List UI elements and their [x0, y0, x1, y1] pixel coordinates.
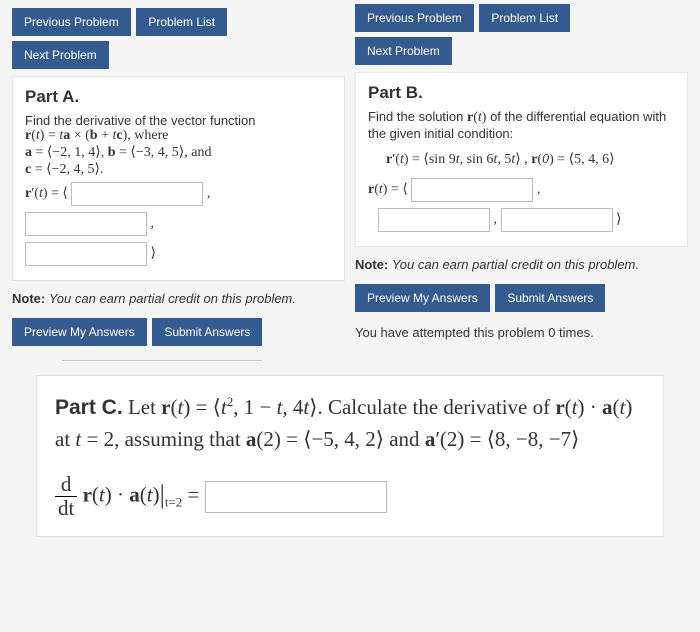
part-a-answer-row1: r′(t) = ⟨ ,: [25, 182, 332, 206]
part-a-eq3: c = ⟨−2, 4, 5⟩.: [25, 161, 332, 178]
part-b-input-3[interactable]: [501, 208, 613, 232]
equals: =: [188, 482, 205, 506]
part-a-answer-row3: ⟩: [25, 242, 332, 266]
part-a-action-buttons: Preview My Answers Submit Answers: [12, 316, 345, 349]
part-b-column: Previous Problem Problem List Next Probl…: [355, 6, 688, 361]
next-problem-button[interactable]: Next Problem: [12, 41, 109, 69]
preview-answers-button[interactable]: Preview My Answers: [355, 284, 490, 312]
part-a-input-2[interactable]: [25, 212, 147, 236]
part-c-body: Part C. Let r(t) = ⟨t2, 1 − t, 4t⟩. Calc…: [55, 392, 645, 455]
part-b-answer-row1: r(t) = ⟨ ,: [368, 178, 675, 202]
part-c-panel: Part C. Let r(t) = ⟨t2, 1 − t, 4t⟩. Calc…: [36, 375, 664, 537]
part-b-panel: Part B. Find the solution r(t) of the di…: [355, 72, 688, 247]
submit-answers-button[interactable]: Submit Answers: [495, 284, 605, 312]
nav-buttons-right: Previous Problem Problem List Next Probl…: [355, 2, 688, 68]
comma: ,: [207, 186, 211, 201]
next-problem-button[interactable]: Next Problem: [355, 37, 452, 65]
part-b-desc: Find the solution r(t) of the differenti…: [368, 109, 675, 141]
part-b-note: Note: You can earn partial credit on thi…: [355, 257, 688, 272]
part-a-title: Part A.: [25, 87, 332, 107]
eval-sub: t=2: [165, 495, 182, 510]
close-bracket: ⟩: [616, 212, 621, 227]
note-label: Note:: [12, 291, 45, 306]
part-a-eq1: r(t) = ta × (b + tc), where: [25, 128, 332, 144]
close-bracket: ⟩: [151, 246, 156, 261]
part-c-answer: d dt r(t) · a(t)|t=2 =: [55, 473, 645, 520]
part-a-answer-row2: ,: [25, 212, 332, 236]
note-text: You can earn partial credit on this prob…: [49, 291, 296, 306]
problem-list-button[interactable]: Problem List: [479, 4, 570, 32]
frac-den: dt: [55, 497, 77, 520]
part-b-input-1[interactable]: [411, 178, 533, 202]
part-a-desc: Find the derivative of the vector functi…: [25, 113, 332, 128]
comma: ,: [494, 212, 498, 227]
fraction-ddt: d dt: [55, 473, 77, 520]
problem-list-button[interactable]: Problem List: [136, 8, 227, 36]
part-a-note: Note: You can earn partial credit on thi…: [12, 291, 345, 306]
part-b-action-buttons: Preview My Answers Submit Answers: [355, 282, 688, 315]
nav-buttons-left: Previous Problem Problem List Next Probl…: [12, 6, 345, 72]
previous-problem-button[interactable]: Previous Problem: [355, 4, 474, 32]
part-a-input-3[interactable]: [25, 242, 147, 266]
part-a-column: Previous Problem Problem List Next Probl…: [12, 6, 345, 361]
part-a-panel: Part A. Find the derivative of the vecto…: [12, 76, 345, 281]
frac-num: d: [55, 473, 77, 497]
comma: ,: [151, 216, 155, 231]
note-text: You can earn partial credit on this prob…: [392, 257, 639, 272]
preview-answers-button[interactable]: Preview My Answers: [12, 318, 147, 346]
part-b-title: Part B.: [368, 83, 675, 103]
part-b-input-2[interactable]: [378, 208, 490, 232]
part-a-eq2: a = ⟨−2, 1, 4⟩, b = ⟨−3, 4, 5⟩, and: [25, 144, 332, 161]
part-b-answer-row2: , ⟩: [378, 208, 675, 232]
note-label: Note:: [355, 257, 388, 272]
comma: ,: [537, 182, 541, 197]
part-b-eq1: r′(t) = ⟨sin 9t, sin 6t, 5t⟩ , r(0) = ⟨5…: [386, 151, 675, 168]
part-a-input-1[interactable]: [71, 182, 203, 206]
divider: [62, 359, 262, 361]
part-c-title: Part C.: [55, 396, 123, 419]
submit-answers-button[interactable]: Submit Answers: [152, 318, 262, 346]
attempt-count: You have attempted this problem 0 times.: [355, 325, 688, 340]
part-c-input[interactable]: [205, 481, 387, 513]
previous-problem-button[interactable]: Previous Problem: [12, 8, 131, 36]
